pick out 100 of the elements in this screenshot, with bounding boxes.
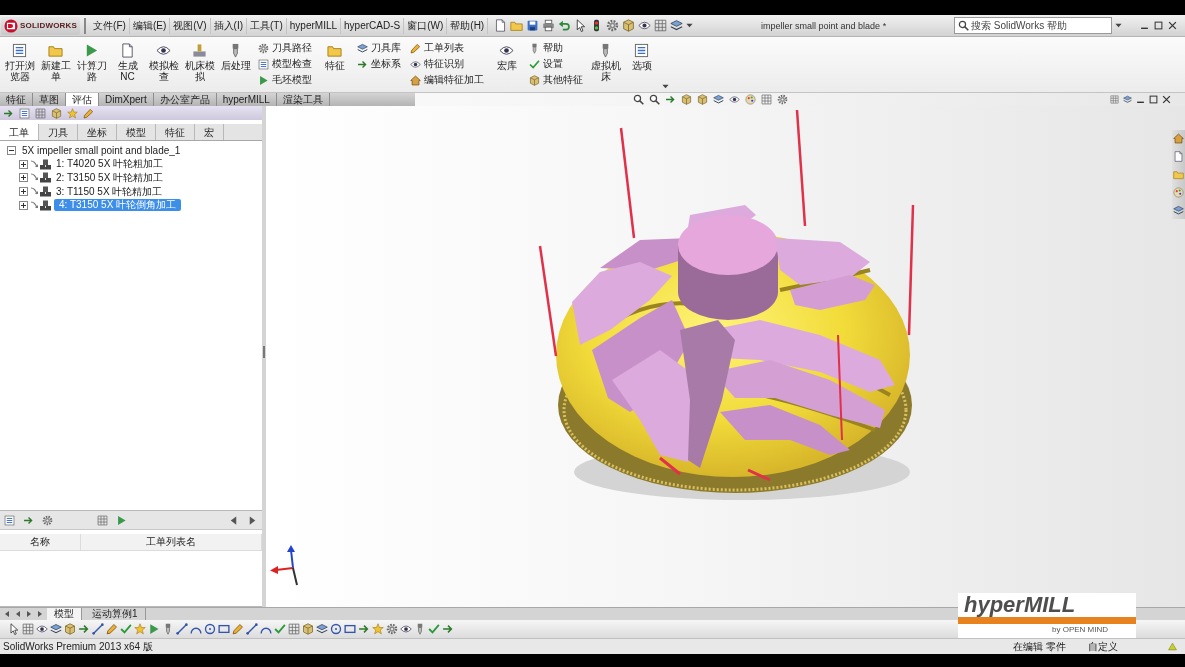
rectangle-icon[interactable] (218, 623, 230, 635)
check-icon[interactable] (120, 623, 132, 635)
eye-icon[interactable] (729, 94, 740, 105)
plus-icon[interactable] (19, 173, 28, 183)
column-header[interactable]: 名称 (0, 534, 81, 550)
ribbon-button[interactable]: 机床模拟 (184, 41, 215, 84)
star-icon[interactable] (372, 623, 384, 635)
plus-icon[interactable] (19, 187, 28, 197)
pencil-icon[interactable] (83, 107, 94, 119)
ribbon-button[interactable]: 坐标系 (355, 57, 403, 71)
ribbon-button[interactable]: 工单列表 (408, 41, 486, 55)
play-icon[interactable] (148, 623, 160, 635)
caret-icon[interactable] (1115, 22, 1122, 29)
gear-icon[interactable] (606, 19, 620, 32)
ribbon-button[interactable]: 新建工单 (40, 41, 71, 84)
check-icon[interactable] (428, 623, 440, 635)
search-icon[interactable] (633, 94, 644, 105)
cursor-icon[interactable] (8, 623, 20, 635)
star-icon[interactable] (134, 623, 146, 635)
house-icon[interactable] (1173, 133, 1184, 144)
arrow-icon[interactable] (3, 107, 14, 119)
menu-item[interactable]: 编辑(E) (129, 17, 171, 34)
circle-icon[interactable] (330, 623, 342, 635)
layers-icon[interactable] (1173, 205, 1184, 216)
layers-icon[interactable] (50, 623, 62, 635)
layers-icon[interactable] (1123, 95, 1132, 104)
menu-item[interactable]: hyperCAD-S (341, 17, 405, 34)
eye-icon[interactable] (400, 623, 412, 635)
search-icon[interactable] (649, 94, 660, 105)
tree-item[interactable]: 3: T1150 5X 叶轮精加工 (54, 185, 165, 198)
panel-tab[interactable]: 工单 (0, 124, 39, 140)
ribbon-button[interactable]: 选项 (626, 41, 657, 73)
gear-icon[interactable] (42, 514, 53, 526)
grid-icon[interactable] (288, 623, 300, 635)
document-icon[interactable] (494, 19, 508, 32)
cube-icon[interactable] (64, 623, 76, 635)
close-icon[interactable] (1168, 21, 1177, 30)
menu-item[interactable]: 文件(F) (90, 17, 130, 34)
bottom-tab[interactable]: 模型 (47, 608, 82, 620)
arrow-icon[interactable] (78, 623, 90, 635)
panel-tab[interactable]: 特征 (156, 124, 195, 140)
ribbon-button[interactable]: 毛坯模型 (256, 73, 314, 87)
circle-icon[interactable] (204, 623, 216, 635)
command-tab[interactable]: 评估 (66, 93, 99, 106)
list-icon[interactable] (4, 514, 15, 526)
eye-icon[interactable] (36, 623, 48, 635)
palette-icon[interactable] (1173, 187, 1184, 198)
line-icon[interactable] (92, 623, 104, 635)
plus-icon[interactable] (19, 159, 28, 169)
ribbon-button[interactable]: 特征 (319, 41, 350, 73)
tree-item[interactable]: 2: T3150 5X 叶轮精加工 (54, 172, 166, 184)
save-icon[interactable] (526, 19, 540, 32)
list-icon[interactable] (19, 107, 30, 119)
check-icon[interactable] (274, 623, 286, 635)
arrow-icon[interactable] (23, 514, 34, 526)
rectangle-icon[interactable] (344, 623, 356, 635)
menu-item[interactable]: hyperMILL (286, 17, 342, 34)
cube-icon[interactable] (302, 623, 314, 635)
pencil-icon[interactable] (106, 623, 118, 635)
panel-tab[interactable]: 宏 (195, 124, 224, 140)
arrow-icon[interactable] (665, 94, 676, 105)
cube-icon[interactable] (51, 107, 62, 119)
menu-item[interactable]: 帮助(H) (447, 17, 489, 34)
play-icon[interactable] (116, 514, 127, 526)
palette-icon[interactable] (745, 94, 756, 105)
gear-icon[interactable] (777, 94, 788, 105)
caret-icon[interactable] (662, 83, 669, 90)
ribbon-button[interactable]: 模拟检查 (148, 41, 179, 84)
tree-item[interactable]: 5X impeller small point and blade_1 (20, 144, 183, 157)
ribbon-button[interactable]: 特征识别 (408, 57, 486, 71)
printer-icon[interactable] (542, 19, 556, 32)
panel-tab[interactable]: 模型 (117, 124, 156, 140)
minus-icon[interactable] (7, 146, 16, 156)
ribbon-button[interactable]: 编辑特征加工 (408, 73, 486, 87)
undo-icon[interactable] (558, 19, 572, 32)
layers-icon[interactable] (670, 19, 684, 32)
menu-item[interactable]: 插入(I) (210, 17, 248, 34)
ribbon-button[interactable]: 刀具库 (355, 41, 403, 55)
panel-tab[interactable]: 坐标 (78, 124, 117, 140)
caret-icon[interactable] (686, 22, 694, 29)
ribbon-button[interactable]: 宏库 (491, 41, 522, 73)
document-icon[interactable] (1173, 151, 1184, 162)
cursor-icon[interactable] (574, 19, 588, 32)
ribbon-button[interactable]: 模型检查 (256, 57, 314, 71)
layers-icon[interactable] (713, 94, 724, 105)
column-header[interactable]: 工单列表名 (81, 534, 262, 550)
maximize-icon[interactable] (1154, 21, 1163, 30)
ribbon-button[interactable]: 其他特征 (527, 73, 585, 87)
close-icon[interactable] (1162, 95, 1171, 104)
line-icon[interactable] (176, 623, 188, 635)
grid-icon[interactable] (22, 623, 34, 635)
pencil-icon[interactable] (232, 623, 244, 635)
search-field[interactable]: 搜索 SolidWorks 帮助 (954, 17, 1112, 34)
line-icon[interactable] (246, 623, 258, 635)
ribbon-button[interactable]: 设置 (527, 57, 585, 71)
ribbon-button[interactable]: 刀具路径 (256, 41, 314, 55)
cube-icon[interactable] (697, 94, 708, 105)
menu-item[interactable]: 工具(T) (247, 17, 287, 34)
ribbon-button[interactable]: 计算刀路 (76, 41, 107, 84)
arrow-icon[interactable] (358, 623, 370, 635)
